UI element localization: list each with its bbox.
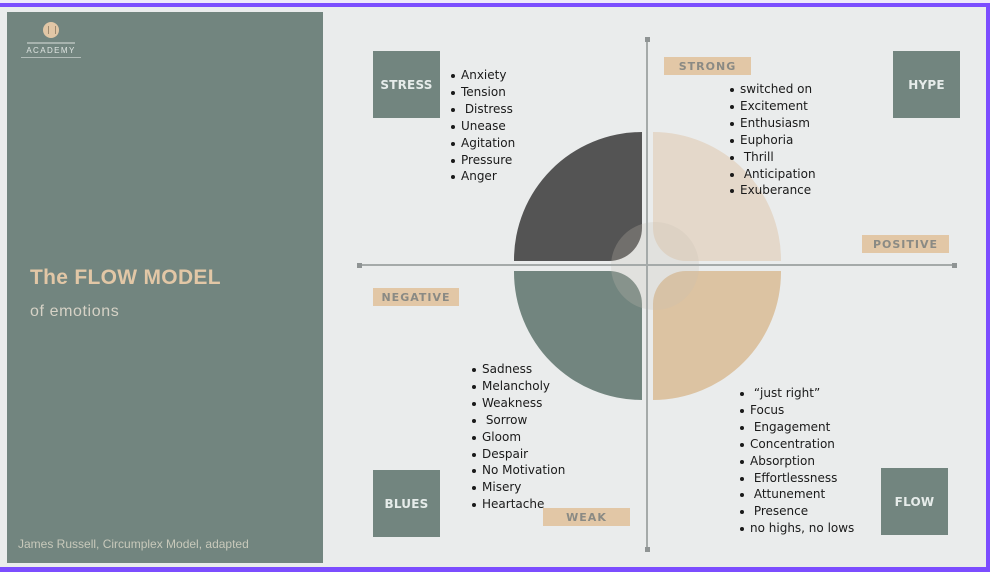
emotion-item: Despair [472, 446, 565, 463]
flow-emotion-list: “just right” Focus Engagement Concentratio… [740, 385, 854, 537]
emotion-item: Attunement [740, 486, 854, 503]
emotion-item: Effortlessness [740, 470, 854, 487]
emotion-item: Gloom [472, 429, 565, 446]
petal-overlap-shade [611, 222, 699, 310]
emotion-item: Melancholy [472, 378, 565, 395]
emotion-item: Tension [451, 84, 515, 101]
hype-emotion-list: switched on Excitement Enthusiasm Euphoria … [730, 81, 816, 199]
emotion-item: Absorption [740, 453, 854, 470]
emotion-item: Agitation [451, 135, 515, 152]
emotion-item: “just right” [740, 385, 854, 402]
emotion-item: Misery [472, 479, 565, 496]
emotion-item: No Motivation [472, 462, 565, 479]
emotion-item: Sadness [472, 361, 565, 378]
quadrant-box-blues: BLUES [373, 470, 440, 537]
quadrant-box-hype: HYPE [893, 51, 960, 118]
emotion-item: Anxiety [451, 67, 515, 84]
emotion-item: no highs, no lows [740, 520, 854, 537]
emotion-item: Euphoria [730, 132, 816, 149]
emotion-item: Heartache [472, 496, 565, 513]
emotion-item: Excitement [730, 98, 816, 115]
emotion-item: Weakness [472, 395, 565, 412]
vertical-axis [646, 39, 648, 549]
emotion-item: Unease [451, 118, 515, 135]
axis-label-negative: NEGATIVE [373, 288, 459, 306]
emotion-item: Presence [740, 503, 854, 520]
quadrant-box-flow: FLOW [881, 468, 948, 535]
quadrant-box-stress: STRESS [373, 51, 440, 118]
emotion-item: switched on [730, 81, 816, 98]
axis-endpoint-top [645, 37, 650, 42]
blues-emotion-list: Sadness Melancholy Weakness Sorrow Gloom Des… [472, 361, 565, 513]
emotion-item: Distress [451, 101, 515, 118]
emotion-item: Focus [740, 402, 854, 419]
axis-endpoint-left [357, 263, 362, 268]
emotion-item: Engagement [740, 419, 854, 436]
horizontal-axis [360, 264, 954, 266]
axis-endpoint-bottom [645, 547, 650, 552]
axis-endpoint-right [952, 263, 957, 268]
emotion-item: Anticipation [730, 166, 816, 183]
emotion-item: Thrill [730, 149, 816, 166]
emotion-item: Anger [451, 168, 515, 185]
stress-emotion-list: Anxiety Tension Distress Unease Agitation Pr… [451, 67, 515, 185]
emotion-item: Concentration [740, 436, 854, 453]
axis-label-positive: POSITIVE [862, 235, 949, 253]
emotion-item: Pressure [451, 152, 515, 169]
emotion-item: Enthusiasm [730, 115, 816, 132]
emotion-item: Exuberance [730, 182, 816, 199]
axis-label-strong: STRONG [664, 57, 751, 75]
emotion-item: Sorrow [472, 412, 565, 429]
